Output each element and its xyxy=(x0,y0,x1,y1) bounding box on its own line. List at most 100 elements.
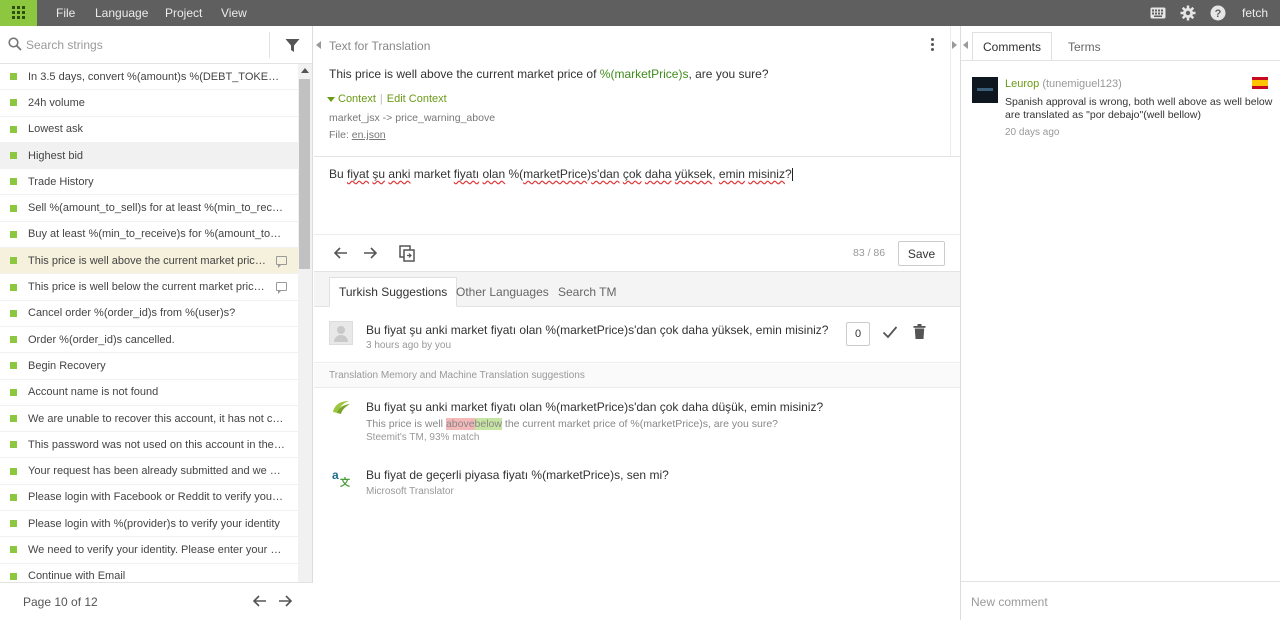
string-list-item[interactable]: Begin Recovery xyxy=(0,353,298,380)
variable-placeholder[interactable]: %(marketPrice)s xyxy=(600,67,689,81)
source-header: Text for Translation xyxy=(329,39,431,53)
string-list-item[interactable]: Buy at least %(min_to_receive)s for %(am… xyxy=(0,221,298,249)
svg-text:文: 文 xyxy=(340,476,351,487)
divider xyxy=(961,581,1280,582)
string-label: In 3.5 days, convert %(amount)s %(DEBT_T… xyxy=(28,70,286,83)
collapse-left-icon[interactable] xyxy=(316,41,321,49)
context-toggle[interactable]: Context xyxy=(338,93,376,105)
keyboard-icon[interactable] xyxy=(1149,4,1167,22)
misspelled-word[interactable]: şu xyxy=(372,167,385,181)
misspelled-word[interactable]: misiniz xyxy=(748,167,785,181)
sidebar-scrollbar[interactable] xyxy=(298,64,312,607)
string-list-item[interactable]: This price is well below the current mar… xyxy=(0,274,298,301)
tm-suggestion-text[interactable]: Bu fiyat şu anki market fiyatı olan %(ma… xyxy=(366,400,823,414)
misspelled-word[interactable]: çok xyxy=(623,167,642,181)
translation-text[interactable]: Bu fiyat şu anki market fiyatı olan %(ma… xyxy=(329,167,949,182)
trash-icon[interactable] xyxy=(913,324,926,339)
misspelled-word[interactable]: emin xyxy=(719,167,745,181)
tab-search-tm[interactable]: Search TM xyxy=(549,277,625,307)
edit-context-link[interactable]: Edit Context xyxy=(387,93,447,105)
search-input[interactable] xyxy=(26,35,262,55)
scroll-up-arrow-icon[interactable] xyxy=(301,68,309,73)
svg-text:?: ? xyxy=(1215,8,1222,20)
string-list-item[interactable]: Please login with %(provider)s to verify… xyxy=(0,511,298,538)
collapse-left-icon[interactable] xyxy=(963,41,968,49)
translated-status-icon xyxy=(10,178,17,186)
string-list-item[interactable]: Please login with Facebook or Reddit to … xyxy=(0,484,298,512)
tab-other-languages[interactable]: Other Languages xyxy=(447,277,558,307)
string-label: Account name is not found xyxy=(28,386,159,399)
more-options-icon[interactable] xyxy=(928,38,936,54)
tab-terms[interactable]: Terms xyxy=(1058,32,1111,61)
comment-author[interactable]: Leurop (tunemiguel123) xyxy=(1005,78,1122,90)
string-list-item[interactable]: Cancel order %(order_id)s from %(user)s? xyxy=(0,300,298,327)
string-list-item[interactable]: Lowest ask xyxy=(0,116,298,143)
collapse-right-icon[interactable] xyxy=(952,41,957,49)
misspelled-word[interactable]: daha xyxy=(645,167,672,181)
scrollbar-thumb[interactable] xyxy=(299,79,310,269)
caret-down-icon[interactable] xyxy=(327,96,335,102)
next-string-arrow-icon[interactable] xyxy=(360,243,380,263)
string-list-item[interactable]: 24h volume xyxy=(0,90,298,117)
translated-status-icon xyxy=(10,257,17,265)
comment-time: 20 days ago xyxy=(1005,127,1060,138)
user-name[interactable]: fetch xyxy=(1242,6,1268,20)
misspelled-word[interactable]: anki xyxy=(388,167,410,181)
tm-section-header: Translation Memory and Machine Translati… xyxy=(314,364,960,388)
string-list-item[interactable]: Trade History xyxy=(0,169,298,196)
steemit-icon xyxy=(333,401,350,414)
copy-source-icon[interactable] xyxy=(397,243,417,263)
misspelled-word[interactable]: yüksek xyxy=(675,167,712,181)
approve-check-icon[interactable] xyxy=(882,325,898,339)
file-link[interactable]: en.json xyxy=(352,129,386,141)
string-list-item[interactable]: This password was not used on this accou… xyxy=(0,432,298,459)
menu-project[interactable]: Project xyxy=(165,6,202,20)
string-list-item[interactable]: Highest bid xyxy=(0,142,298,170)
translated-status-icon xyxy=(10,546,17,554)
save-button[interactable]: Save xyxy=(898,241,945,266)
new-comment-input[interactable] xyxy=(971,592,1271,612)
menu-file[interactable]: File xyxy=(56,6,75,20)
prev-page-arrow-icon[interactable] xyxy=(250,591,270,611)
translation-editor[interactable]: Bu fiyat şu anki market fiyatı olan %(ma… xyxy=(314,157,960,234)
translated-status-icon xyxy=(10,362,17,370)
misspelled-word[interactable]: fiyat xyxy=(347,167,369,181)
suggestion-text[interactable]: Bu fiyat şu anki market fiyatı olan %(ma… xyxy=(366,323,828,337)
strings-sidebar: In 3.5 days, convert %(amount)s %(DEBT_T… xyxy=(0,26,313,620)
previous-string-arrow-icon[interactable] xyxy=(331,243,351,263)
vote-count[interactable]: 0 xyxy=(846,322,870,346)
menu-view[interactable]: View xyxy=(221,6,247,20)
divider xyxy=(950,26,951,156)
filter-icon[interactable] xyxy=(285,38,300,53)
translated-status-icon xyxy=(10,283,17,291)
menu-language[interactable]: Language xyxy=(95,6,148,20)
string-list-item[interactable]: In 3.5 days, convert %(amount)s %(DEBT_T… xyxy=(0,64,298,91)
mt-suggestion-text[interactable]: Bu fiyat de geçerli piyasa fiyatı %(mark… xyxy=(366,468,669,482)
misspelled-word[interactable]: marketPrice xyxy=(523,167,587,181)
string-list-item[interactable]: Order %(order_id)s cancelled. xyxy=(0,326,298,354)
search-bar xyxy=(0,26,313,64)
next-page-arrow-icon[interactable] xyxy=(275,591,295,611)
tab-comments[interactable]: Comments xyxy=(972,32,1053,61)
string-list-item[interactable]: Sell %(amount_to_sell)s for at least %(m… xyxy=(0,195,298,222)
comment-bubble-icon xyxy=(276,282,287,295)
translated-status-icon xyxy=(10,204,17,212)
string-list-item[interactable]: We need to verify your identity. Please … xyxy=(0,537,298,564)
gear-icon[interactable] xyxy=(1179,4,1197,22)
tab-turkish-suggestions[interactable]: Turkish Suggestions xyxy=(329,277,458,307)
misspelled-word[interactable]: s'dan xyxy=(591,167,619,181)
string-list-item[interactable]: We are unable to recover this account, i… xyxy=(0,405,298,433)
string-list-item[interactable]: This price is well above the current mar… xyxy=(0,248,298,275)
string-label: Order %(order_id)s cancelled. xyxy=(28,333,175,346)
tm-suggestion: Bu fiyat şu anki market fiyatı olan %(ma… xyxy=(314,389,960,449)
help-icon[interactable]: ? xyxy=(1209,4,1227,22)
string-list-item[interactable]: Account name is not found xyxy=(0,379,298,406)
string-list: In 3.5 days, convert %(amount)s %(DEBT_T… xyxy=(0,64,298,607)
spain-flag-icon xyxy=(1252,77,1268,89)
apps-grid-button[interactable] xyxy=(0,0,37,26)
translated-status-icon xyxy=(10,99,17,107)
string-label: 24h volume xyxy=(28,96,85,109)
misspelled-word[interactable]: olan xyxy=(482,167,505,181)
string-list-item[interactable]: Your request has been already submitted … xyxy=(0,458,298,485)
misspelled-word[interactable]: fiyatı xyxy=(454,167,479,181)
